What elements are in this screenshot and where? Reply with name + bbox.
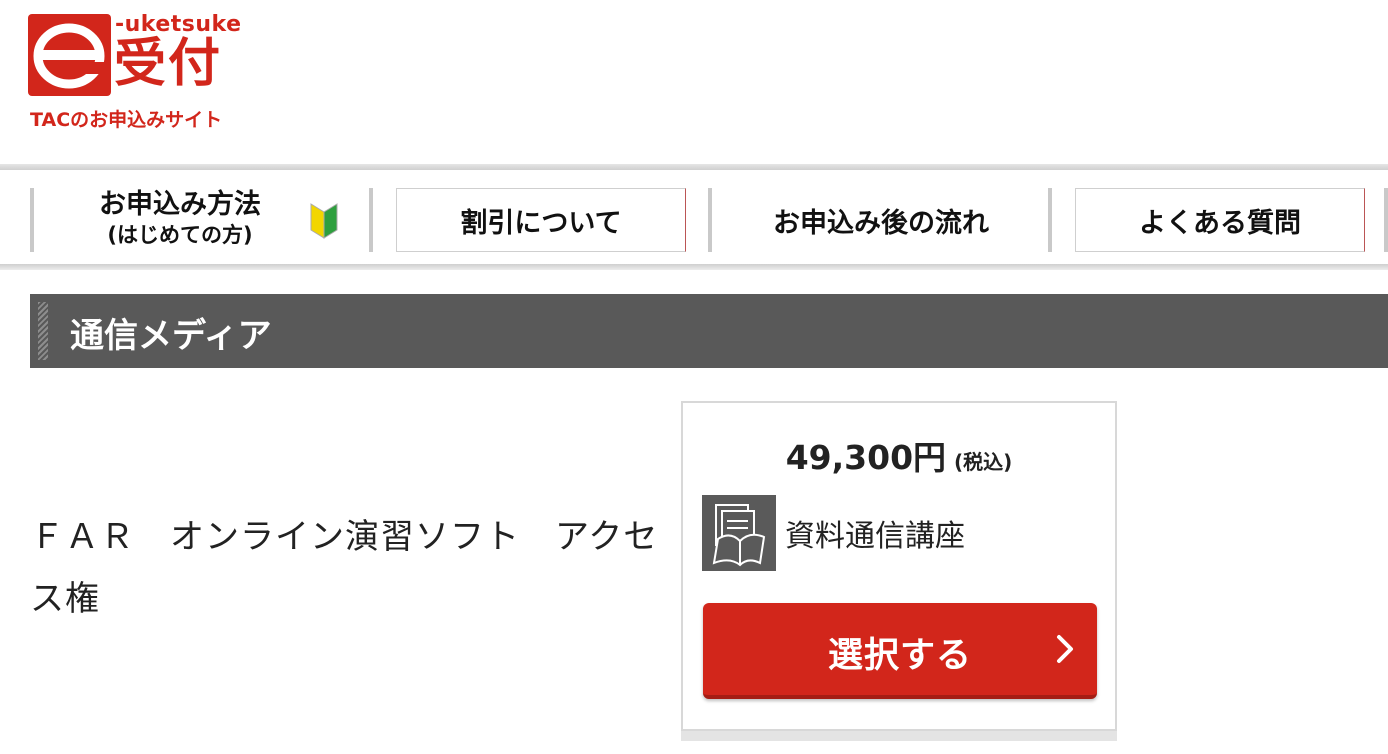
section-title: 通信メディア: [70, 316, 272, 356]
site-logo[interactable]: -uketsuke 受付 TACのお申込みサイト: [28, 12, 258, 134]
nav-separator: [369, 188, 373, 252]
nav-how-to-apply-sub: (はじめての方): [107, 223, 253, 247]
nav-bottom-divider: [0, 264, 1388, 270]
nav-separator: [1048, 188, 1052, 252]
nav-faq[interactable]: よくある質問: [1075, 188, 1365, 252]
beginner-mark-icon: [310, 203, 338, 239]
price-card-shadow: [681, 731, 1117, 741]
select-button[interactable]: 選択する: [703, 603, 1097, 699]
nav-separator: [708, 188, 712, 252]
price-amount: 49,300円: [785, 438, 947, 477]
price-line: 49,300円 (税込): [683, 431, 1115, 479]
nav-separator: [30, 188, 34, 252]
price-tax-note: (税込): [954, 450, 1013, 474]
logo-kanji: 受付: [114, 34, 223, 94]
document-book-icon: [702, 495, 776, 571]
product-name: ＦＡＲ オンライン演習ソフト アクセス権: [30, 517, 659, 619]
logo-tagline: TACのお申込みサイト: [30, 109, 223, 131]
media-label: 資料通信講座: [785, 519, 965, 554]
nav-separator: [1384, 188, 1388, 252]
nav-after-apply[interactable]: お申込み後の流れ: [716, 188, 1046, 252]
select-button-label: 選択する: [827, 636, 972, 676]
chevron-right-icon: [1057, 635, 1073, 663]
nav-how-to-apply-label: お申込み方法: [99, 189, 261, 220]
logo-e-mark: [28, 14, 111, 96]
logo-e-icon: [33, 23, 105, 89]
nav-discount[interactable]: 割引について: [396, 188, 686, 252]
price-card: 49,300円 (税込) 資料通信講座 選択する: [681, 401, 1117, 731]
main-nav: お申込み方法 (はじめての方) 割引について お申込み後の流れ よくある質問: [0, 170, 1388, 264]
section-header: 通信メディア: [30, 294, 1388, 368]
section-stripe-decoration: [38, 302, 48, 360]
